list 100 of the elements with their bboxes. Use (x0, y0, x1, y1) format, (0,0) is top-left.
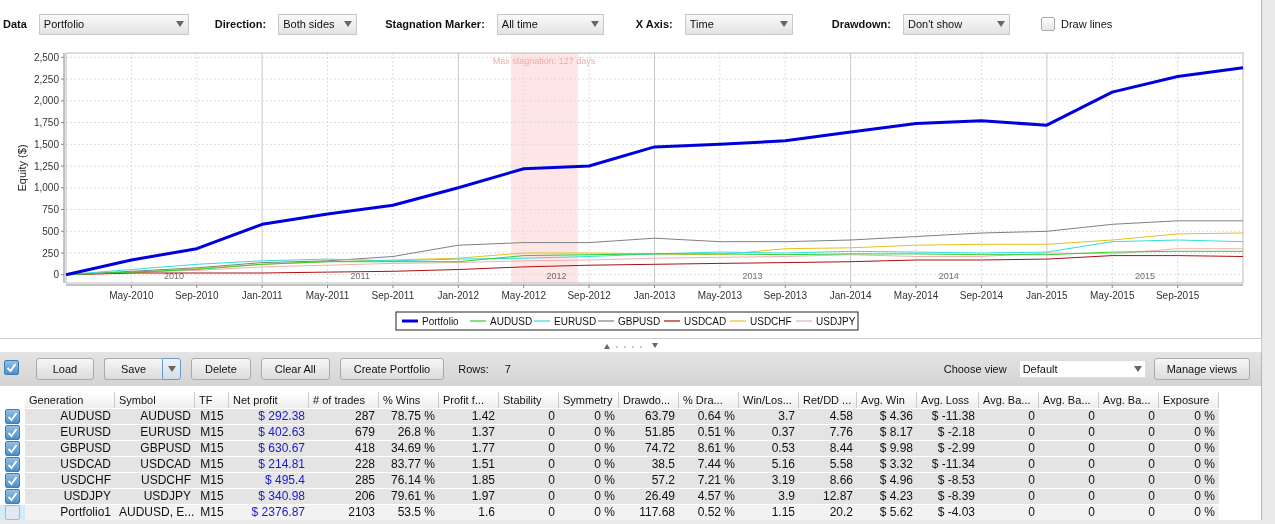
legend-item: USDCAD (663, 316, 727, 327)
table-cell-text: 0 (1027, 505, 1036, 520)
table-cell-text: 0 % (593, 457, 616, 472)
axis-tick-label: May-2015 (1090, 290, 1135, 301)
field-label: Data (3, 16, 27, 32)
field-label: X Axis: (635, 16, 673, 32)
table-cell-text: 228 (353, 457, 376, 472)
table-cell-text: 3.7 (777, 409, 796, 424)
table-cell-text: $ 4.23 (878, 489, 914, 504)
table-cell-text: 0 (547, 409, 556, 424)
table-cell-text: 0 % (1193, 473, 1216, 488)
table-cell-text: 0 % (1193, 489, 1216, 504)
table-cell-text: 5.58 (828, 457, 854, 472)
rows-count: 7 (504, 361, 511, 377)
table-cell-text: 4.57 % (696, 489, 736, 504)
table-cell-text: 0 (1087, 489, 1096, 504)
table-cell-text: 7.44 % (696, 457, 736, 472)
table-row[interactable]: AUDUSD AUDUSD M15 $ 292.38 287 78.75 % 1.42 0 0 % 63.79 0.64 % 3.7 4.58 $ 4.36 $ -11.38 0 0 0 0 % (0, 408, 1219, 424)
table-cell-text: 0 % (1193, 505, 1216, 520)
dropdown-select[interactable]: Don't show (903, 13, 1010, 35)
table-cell-text: 0 (1027, 457, 1036, 472)
column-header[interactable]: Profit f... (439, 392, 499, 408)
table-cell-text: 1.51 (470, 457, 496, 472)
table-cell-text: 0.52 % (696, 505, 736, 520)
legend-item: USDJPY (795, 316, 856, 327)
table-cell-text: USDJPY (142, 489, 192, 504)
save-button[interactable]: Save (104, 358, 162, 380)
axis-tick-label: 2,250 (33, 73, 59, 85)
table-cell-text: 206 (353, 489, 376, 504)
table-cell-text: 0 % (593, 409, 616, 424)
table-cell-text: $ -11.34 (930, 457, 976, 472)
table-cell-text: USDCHF (60, 473, 112, 488)
dropdown-select[interactable]: Both sides (278, 13, 358, 35)
manage-views-button[interactable]: Manage views (1153, 358, 1250, 380)
column-header[interactable]: Avg. Ba... (1099, 392, 1159, 408)
toolbar-button[interactable]: Create Portfolio (339, 358, 445, 380)
legend-item: AUDUSD (469, 316, 533, 327)
table-cell-text: $ -8.53 (936, 473, 976, 488)
column-header[interactable]: Avg. Ba... (1039, 392, 1099, 408)
column-header[interactable]: Net profit (229, 392, 309, 408)
table-cell-text: $ 2376.87 (250, 505, 306, 520)
table-row[interactable]: EURUSD EURUSD M15 $ 402.63 679 26.8 % 1.37 0 0 % 51.85 0.51 % 0.37 7.76 $ 8.17 $ -2.18 0 0 0 0 % (0, 424, 1219, 440)
rows-label: Rows: (458, 361, 489, 377)
table-cell-text: 0 % (593, 489, 616, 504)
table-cell-text: 0 % (1193, 409, 1216, 424)
table-row[interactable]: USDCAD USDCAD M15 $ 214.81 228 83.77 % 1.51 0 0 % 38.5 7.44 % 5.16 5.58 $ 3.32 $ -11.34 0 0 0 0 % (0, 456, 1219, 472)
table-cell-text: 0 (547, 489, 556, 504)
table-cell-text: 1.37 (470, 425, 496, 440)
table-cell-text: 20.2 (828, 505, 854, 520)
table-cell-text: 0 (547, 425, 556, 440)
table-cell-text: 1.42 (470, 409, 496, 424)
table-cell-text: $ 9.98 (878, 441, 914, 456)
toolbar-button[interactable]: Clear All (260, 358, 330, 380)
legend-item: EURUSD (533, 316, 597, 327)
legend-label: EURUSD (554, 316, 597, 327)
table-cell-text: $ 630.67 (257, 441, 306, 456)
table-cell-text: 0 (1147, 505, 1156, 520)
column-header[interactable]: # of trades (309, 392, 379, 408)
column-header[interactable]: Stability (499, 392, 559, 408)
table-cell-text: 3.9 (777, 489, 796, 504)
dropdown-select[interactable]: Portfolio (38, 13, 189, 35)
view-select[interactable]: Default (1018, 360, 1146, 378)
table-row[interactable]: USDJPY USDJPY M15 $ 340.98 206 79.61 % 1.97 0 0 % 26.49 4.57 % 3.9 12.87 $ 4.23 $ -8.39 0 0 0 0 % (0, 488, 1219, 504)
table-row[interactable]: Portfolio1 AUDUSD, E... M15 $ 2376.87 2103 53.5 % 1.6 0 0 % 117.68 0.52 % 1.15 20.2 $ 5.62 $ -4.03 0 0 0 0 % (0, 504, 1219, 520)
table-cell-text: USDJPY (62, 489, 112, 504)
table-cell-text: M15 (199, 457, 225, 472)
column-header[interactable]: Ret/DD ... (799, 392, 857, 408)
table-cell-text: 8.66 (828, 473, 854, 488)
year-label: 2014 (938, 271, 959, 281)
dropdown-select[interactable]: Time (684, 13, 793, 35)
toolbar-button[interactable]: Delete (191, 358, 251, 380)
column-header[interactable]: Exposure (1159, 392, 1219, 408)
toolbar-button[interactable]: Load (36, 358, 94, 380)
table-cell-text: $ -2.99 (936, 441, 976, 456)
table-cell-text: 8.44 (828, 441, 854, 456)
table-cell-text: 0 (1087, 409, 1096, 424)
column-header[interactable]: % Wins (379, 392, 439, 408)
column-header[interactable]: Avg. Ba... (979, 392, 1039, 408)
column-header[interactable]: Avg. Loss (917, 392, 979, 408)
column-header[interactable]: TF (195, 392, 229, 408)
table-cell-text: 0 (1147, 473, 1156, 488)
column-header[interactable]: Generation (25, 392, 115, 408)
column-header[interactable]: Drawdo... (619, 392, 679, 408)
column-header[interactable]: Symmetry (559, 392, 619, 408)
draw-lines-checkbox[interactable]: Draw lines (1041, 15, 1113, 33)
column-header[interactable]: % Dra... (679, 392, 739, 408)
table-row[interactable]: USDCHF USDCHF M15 $ 495.4 285 76.14 % 1.85 0 0 % 57.2 7.21 % 3.19 8.66 $ 4.96 $ -8.53 0 0 0 0 % (0, 472, 1219, 488)
table-cell-text: 0 (1087, 425, 1096, 440)
table-cell-text: M15 (199, 441, 225, 456)
table-cell-text: 418 (353, 441, 376, 456)
column-header[interactable]: Symbol (115, 392, 195, 408)
column-header[interactable]: Avg. Win (857, 392, 917, 408)
table-cell-text: $ -8.39 (936, 489, 976, 504)
table-cell-text: 0 (1027, 489, 1036, 504)
table-cell-text: EURUSD (59, 425, 112, 440)
column-header[interactable]: Win/Los... (739, 392, 799, 408)
dropdown-select[interactable]: All time (496, 13, 604, 35)
table-row[interactable]: GBPUSD GBPUSD M15 $ 630.67 418 34.69 % 1.77 0 0 % 74.72 8.61 % 0.53 8.44 $ 9.98 $ -2.99 0 0 0 0 % (0, 440, 1219, 456)
axis-tick-label: Sep-2014 (959, 290, 1004, 301)
table-cell-text: 1.77 (470, 441, 496, 456)
